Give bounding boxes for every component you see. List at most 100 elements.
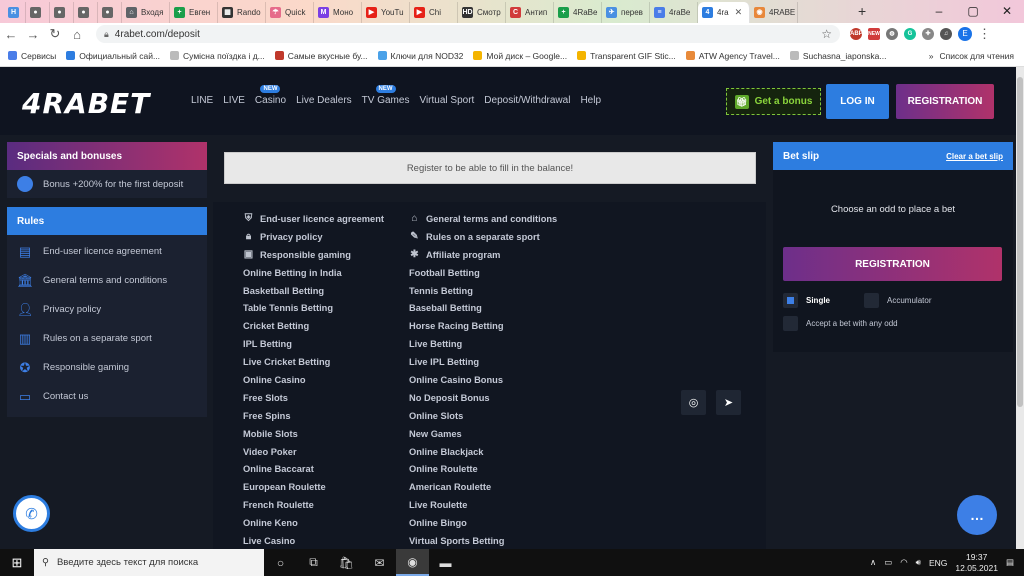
back-icon[interactable]: ←	[0, 27, 22, 42]
footer-link[interactable]: New Games	[409, 425, 557, 443]
footer-link[interactable]: Online Baccarat	[243, 460, 384, 478]
footer-link[interactable]: Online Blackjack	[409, 443, 557, 461]
browser-tab[interactable]: ▶ Chi	[410, 2, 458, 23]
browser-tab[interactable]: ✈ перев	[602, 2, 650, 23]
bookmarks-more-button[interactable]: »	[929, 51, 934, 61]
browser-tab[interactable]: ●	[74, 2, 98, 23]
browser-tab[interactable]: 4 4ra ✕	[698, 2, 750, 23]
home-icon[interactable]: ⌂	[66, 27, 88, 42]
bookmark-item[interactable]: Сумісна поїздка і д...	[170, 51, 265, 61]
footer-link[interactable]: Mobile Slots	[243, 425, 384, 443]
browser-tab[interactable]: ●	[26, 2, 50, 23]
globe-icon[interactable]: ◍	[886, 28, 898, 40]
puzzle-icon[interactable]: ✚	[922, 28, 934, 40]
footer-link[interactable]: Live Betting	[409, 335, 557, 353]
browser-tab[interactable]: ☂ Quick	[266, 2, 314, 23]
notifications-icon[interactable]: ▤	[1006, 557, 1014, 568]
footer-link[interactable]: IPL Betting	[243, 335, 384, 353]
registration-button[interactable]: REGISTRATION	[896, 84, 994, 119]
forward-icon[interactable]: →	[22, 27, 44, 42]
rules-item[interactable]: ▥ Rules on a separate sport	[7, 324, 207, 353]
network-icon[interactable]: ▭	[884, 557, 892, 568]
reading-list-button[interactable]: Список для чтения	[939, 51, 1014, 61]
footer-link[interactable]: Online Betting in India	[243, 264, 384, 282]
extension-new-icon[interactable]: NEW	[868, 28, 880, 40]
rules-item[interactable]: ▭ Contact us	[7, 382, 207, 411]
site-logo[interactable]: 4RABET	[22, 87, 150, 120]
nav-item[interactable]: Live Dealers	[296, 95, 352, 106]
bookmark-item[interactable]: Ключи для NOD32	[377, 51, 463, 61]
bookmark-item[interactable]: Suchasna_iaponska...	[789, 51, 886, 61]
nav-item[interactable]: Help	[580, 95, 601, 106]
footer-link[interactable]: Video Poker	[243, 443, 384, 461]
rules-item[interactable]: ▤ End-user licence agreement	[7, 237, 207, 266]
reload-icon[interactable]: ↻	[44, 26, 66, 42]
footer-link[interactable]: Live Cricket Betting	[243, 353, 384, 371]
mail-icon[interactable]: ✉	[363, 549, 396, 576]
footer-link[interactable]: Online Casino Bonus	[409, 371, 557, 389]
accept-any-odd-checkbox[interactable]	[783, 316, 798, 331]
footer-link[interactable]: Live IPL Betting	[409, 353, 557, 371]
footer-link[interactable]: Online Casino	[243, 371, 384, 389]
footer-link[interactable]: Baseball Betting	[409, 299, 557, 317]
footer-link[interactable]: Virtual Sports Betting	[409, 532, 557, 549]
clock[interactable]: 19:37 12.05.2021	[955, 552, 998, 574]
specials-header[interactable]: Specials and bonuses	[7, 142, 207, 170]
browser-tab[interactable]: ●	[50, 2, 74, 23]
cortana-icon[interactable]: ○	[264, 549, 297, 576]
minimize-icon[interactable]: –	[922, 0, 956, 23]
single-radio[interactable]	[783, 293, 798, 308]
bookmark-item[interactable]: Мой диск – Google...	[473, 51, 567, 61]
browser-tab[interactable]: H	[4, 2, 26, 23]
bookmark-item[interactable]: Самые вкусные бу...	[274, 51, 368, 61]
footer-link[interactable]: Live Casino	[243, 532, 384, 549]
footer-link[interactable]: Free Spins	[243, 407, 384, 425]
bookmark-item[interactable]: ATW Agency Travel...	[685, 51, 780, 61]
browser-tab[interactable]: ⌂ Входя	[122, 2, 170, 23]
footer-link[interactable]: ⌂ General terms and conditions	[409, 210, 557, 228]
volume-icon[interactable]: 🔊︎	[916, 557, 921, 568]
windows-start-icon[interactable]: ⊞	[0, 555, 34, 571]
footer-link[interactable]: Basketball Betting	[243, 282, 384, 300]
nav-item[interactable]: Virtual Sport	[419, 95, 474, 106]
nav-item[interactable]: LIVE	[223, 95, 245, 106]
store-icon[interactable]: 🛍︎	[330, 549, 363, 576]
adblock-icon[interactable]: ABP	[850, 28, 863, 40]
footer-link[interactable]: Tennis Betting	[409, 282, 557, 300]
footer-link[interactable]: Table Tennis Betting	[243, 299, 384, 317]
nav-item[interactable]: TV Games NEW	[362, 85, 409, 106]
task-view-icon[interactable]: ⧉	[297, 549, 330, 576]
footer-link[interactable]: Free Slots	[243, 389, 384, 407]
browser-tab[interactable]: ●	[98, 2, 122, 23]
specials-item-bonus[interactable]: Bonus +200% for the first deposit	[7, 170, 207, 198]
footer-link[interactable]: Online Keno	[243, 514, 384, 532]
login-button[interactable]: LOG IN	[826, 84, 889, 119]
browser-tab[interactable]: ▦ Rando	[218, 2, 266, 23]
footer-link[interactable]: European Roulette	[243, 478, 384, 496]
browser-tab[interactable]: +4RaBe	[554, 2, 602, 23]
browser-tab[interactable]: ▶ YouTu	[362, 2, 410, 23]
browser-tab[interactable]: C Антип	[506, 2, 554, 23]
language-indicator[interactable]: ENG	[929, 558, 947, 568]
browser-tab[interactable]: ≡ 4raBe	[650, 2, 698, 23]
bookmark-item[interactable]: Сервисы	[8, 51, 56, 61]
bookmark-item[interactable]: Transparent GIF Stic...	[577, 51, 676, 61]
bookmark-star-icon[interactable]: ☆	[821, 27, 832, 41]
chrome-icon[interactable]: ◉	[396, 549, 429, 576]
nav-item[interactable]: Deposit/Withdrawal	[484, 95, 570, 106]
instagram-icon[interactable]: ◎	[681, 390, 706, 415]
tray-chevron-icon[interactable]: ∧	[870, 557, 876, 568]
telegram-icon[interactable]: ➤	[716, 390, 741, 415]
footer-link[interactable]: ⛨ End-user licence agreement	[243, 210, 384, 228]
footer-link[interactable]: Online Bingo	[409, 514, 557, 532]
address-bar[interactable]: 🔒︎ 4rabet.com/deposit ☆	[96, 25, 840, 43]
grammarly-icon[interactable]: G	[904, 28, 916, 40]
close-window-icon[interactable]: ✕	[990, 0, 1024, 23]
maximize-icon[interactable]: ▢	[956, 0, 990, 23]
taskbar-search[interactable]: ⚲ Введите здесь текст для поиска	[34, 549, 264, 576]
footer-link[interactable]: Football Betting	[409, 264, 557, 282]
rules-item[interactable]: ✪ Responsible gaming	[7, 353, 207, 382]
footer-link[interactable]: 🔒︎ Privacy policy	[243, 228, 384, 246]
browser-tab[interactable]: HD Смотр	[458, 2, 506, 23]
wifi-icon[interactable]: ◠	[900, 557, 907, 568]
